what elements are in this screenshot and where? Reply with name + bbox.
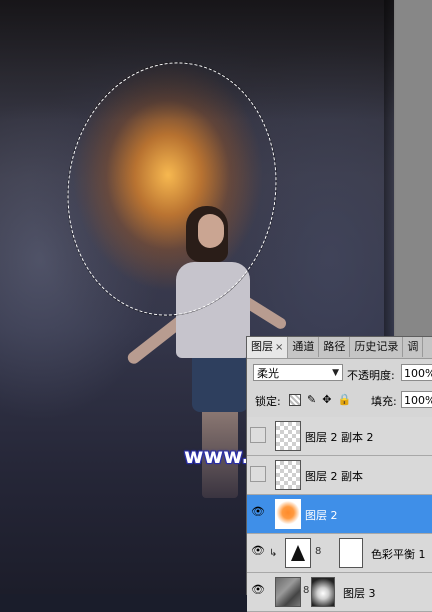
tab-history-label: 历史记录 bbox=[354, 340, 399, 353]
chevron-down-icon: ▼ bbox=[332, 368, 339, 378]
layer-row-selected[interactable]: 👁 图层 2 bbox=[247, 495, 432, 534]
layers-panel: 图层× 通道 路径 历史记录 调 柔光 ▼ 不透明度: 100% 锁定: ✎ ✥… bbox=[246, 336, 432, 612]
eye-icon[interactable]: 👁 bbox=[250, 505, 266, 521]
layer-row[interactable]: 👁 ↳ 8 色彩平衡 1 bbox=[247, 534, 432, 573]
clipping-arrow-icon: ↳ bbox=[269, 548, 278, 559]
tab-adjustments[interactable]: 调 bbox=[403, 337, 424, 357]
close-icon[interactable]: × bbox=[275, 342, 283, 353]
tab-paths-label: 路径 bbox=[323, 340, 346, 353]
person-shorts bbox=[192, 352, 248, 412]
lock-icons: ✎ ✥ 🔒 bbox=[289, 393, 351, 406]
visibility-toggle[interactable] bbox=[250, 427, 266, 443]
opacity-label: 不透明度: bbox=[347, 369, 395, 382]
tab-layers-label: 图层 bbox=[251, 340, 273, 353]
layer-name: 色彩平衡 1 bbox=[371, 548, 426, 561]
visibility-toggle[interactable] bbox=[250, 466, 266, 482]
blend-mode-select[interactable]: 柔光 ▼ bbox=[253, 364, 343, 381]
blend-row: 柔光 ▼ 不透明度: 100% bbox=[247, 361, 432, 385]
layer-thumbnail bbox=[275, 421, 301, 451]
tab-history[interactable]: 历史记录 bbox=[350, 337, 404, 357]
fill-label: 填充: bbox=[371, 395, 397, 408]
chain-link-icon[interactable]: 8 bbox=[303, 585, 309, 596]
lock-row: 锁定: ✎ ✥ 🔒 填充: 100% bbox=[247, 389, 432, 411]
opacity-input[interactable]: 100% bbox=[401, 364, 432, 381]
layer-list: 图层 2 副本 2 图层 2 副本 👁 图层 2 👁 ↳ 8 色彩平衡 1 👁 … bbox=[247, 417, 432, 612]
lock-image-icon[interactable]: ✎ bbox=[307, 393, 316, 406]
layer-row[interactable]: 图层 2 副本 2 bbox=[247, 417, 432, 456]
layer-mask-thumbnail[interactable] bbox=[311, 577, 335, 607]
layer-name: 图层 2 副本 2 bbox=[305, 431, 374, 444]
layer-name: 图层 2 bbox=[305, 509, 338, 522]
chain-link-icon[interactable]: 8 bbox=[315, 546, 321, 557]
adjustment-thumbnail bbox=[285, 538, 311, 568]
layer-mask-thumbnail[interactable] bbox=[339, 538, 363, 568]
layer-row[interactable]: 👁 8 图层 3 bbox=[247, 573, 432, 612]
layer-name: 图层 2 副本 bbox=[305, 470, 363, 483]
blend-mode-value: 柔光 bbox=[257, 367, 279, 380]
lock-label: 锁定: bbox=[255, 395, 281, 408]
tab-layers[interactable]: 图层 × bbox=[247, 337, 289, 358]
tab-paths[interactable]: 路径 bbox=[319, 337, 351, 357]
lock-transparency-icon[interactable] bbox=[289, 394, 301, 406]
layer-name: 图层 3 bbox=[343, 587, 376, 600]
lock-all-icon[interactable]: 🔒 bbox=[337, 393, 351, 406]
tab-adjustments-label: 调 bbox=[407, 340, 419, 353]
lock-position-icon[interactable]: ✥ bbox=[322, 393, 331, 406]
layer-thumbnail bbox=[275, 460, 301, 490]
layer-thumbnail bbox=[275, 577, 301, 607]
layer-row[interactable]: 图层 2 副本 bbox=[247, 456, 432, 495]
panel-tabs: 图层 × 通道 路径 历史记录 调 bbox=[247, 337, 432, 359]
tab-channels-label: 通道 bbox=[292, 340, 315, 353]
eye-icon[interactable]: 👁 bbox=[250, 544, 266, 560]
fill-input[interactable]: 100% bbox=[401, 391, 432, 408]
layer-thumbnail bbox=[275, 499, 301, 529]
tab-channels[interactable]: 通道 bbox=[288, 337, 320, 357]
eye-icon[interactable]: 👁 bbox=[250, 583, 266, 599]
